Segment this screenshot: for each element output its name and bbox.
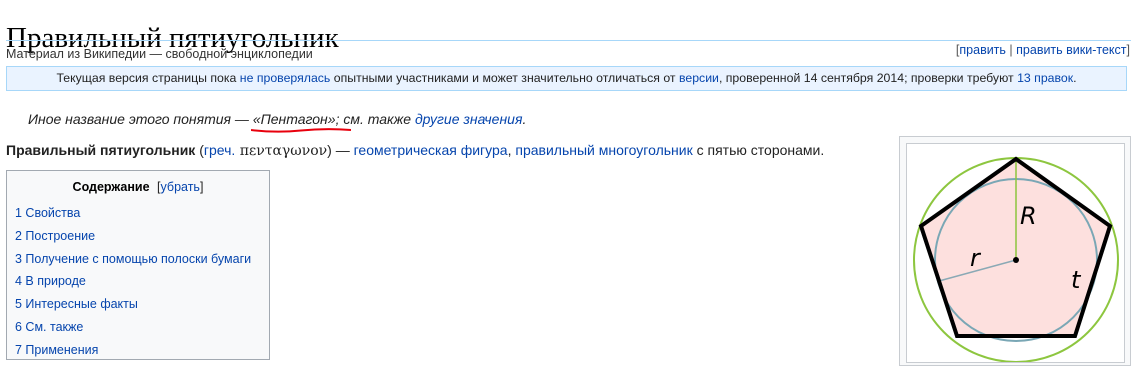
label-R: R [1020, 202, 1037, 230]
lead-text: с пятью сторонами. [692, 142, 825, 158]
toc-item-link[interactable]: 3 Получение с помощью полоски бумаги [15, 252, 251, 266]
lead-text: ) — [327, 142, 354, 158]
version-link[interactable]: версии [679, 71, 719, 85]
toc-item-link[interactable]: 6 См. также [15, 320, 83, 334]
toc-item-link[interactable]: 7 Применения [15, 343, 98, 357]
regular-polygon-link[interactable]: правильный многоугольник [515, 142, 692, 158]
greek-word: πενταγωνον [235, 143, 328, 159]
disambiguation-link[interactable]: другие значения [415, 111, 523, 127]
spellcheck-underlined-word: «Пентагон» [250, 111, 351, 133]
quoted-term: «Пентагон» [252, 111, 336, 127]
article-subject: Правильный пятиугольник [6, 142, 196, 158]
notice-text: опытными участниками и может значительно… [330, 71, 679, 85]
notice-text: . [1073, 71, 1077, 85]
toc-item: 6 См. также [15, 319, 251, 342]
toc-item: 3 Получение с помощью полоски бумаги [15, 251, 251, 274]
figure-image-frame[interactable]: R r t [906, 143, 1125, 363]
toc-item-link[interactable]: 4 В природе [15, 274, 86, 288]
hatnote-text: Иное название этого понятия — [28, 111, 253, 127]
edit-links: [править | править вики-текст] [956, 43, 1130, 57]
toc-item: 7 Применения [15, 342, 251, 365]
notice-text: Текущая версия страницы пока [56, 71, 240, 85]
bracket-close: ] [199, 180, 204, 194]
spellcheck-underline [250, 128, 351, 133]
toc-item: 4 В природе [15, 273, 251, 296]
flagged-revision-notice: Текущая версия страницы пока не проверял… [6, 66, 1127, 91]
toc-toggle: [убрать] [157, 180, 203, 194]
toc-item: 2 Построение [15, 228, 251, 251]
table-of-contents: Содержание [убрать] 1 Свойства 2 Построе… [6, 170, 270, 360]
bracket-close: ] [1126, 43, 1130, 57]
pentagon-diagram: R r t [913, 156, 1119, 363]
toc-item: 5 Интересные факты [15, 296, 251, 319]
toc-header: Содержание [убрать] [7, 180, 269, 194]
pending-edits-link[interactable]: 13 правок [1017, 71, 1073, 85]
toc-item-link[interactable]: 5 Интересные факты [15, 297, 138, 311]
edit-source-link[interactable]: править вики-текст [1016, 43, 1126, 57]
separator: | [1005, 43, 1017, 57]
toc-list: 1 Свойства 2 Построение 3 Получение с по… [15, 205, 251, 365]
hatnote-text: ; см. также [335, 111, 415, 127]
toc-item-link[interactable]: 2 Построение [15, 229, 95, 243]
unchecked-link[interactable]: не проверялась [240, 71, 331, 85]
greek-language-link[interactable]: греч. [204, 142, 235, 158]
center-point [1013, 257, 1019, 263]
lead-text: ( [195, 142, 204, 158]
title-divider [6, 40, 1131, 41]
toc-item: 1 Свойства [15, 205, 251, 228]
geometric-figure-link[interactable]: геометрическая фигура [354, 142, 508, 158]
site-tagline: Материал из Википедии — свободной энцикл… [6, 47, 313, 61]
lead-paragraph: Правильный пятиугольник (греч. πενταγωνο… [6, 142, 824, 159]
figure-thumbnail: R r t [899, 136, 1131, 366]
notice-text: , проверенной 14 сентября 2014; проверки… [718, 71, 1018, 85]
hatnote: Иное название этого понятия — «Пентагон»… [28, 111, 527, 133]
toc-item-link[interactable]: 1 Свойства [15, 206, 80, 220]
label-t: t [1071, 266, 1082, 294]
toc-hide-link[interactable]: убрать [161, 180, 200, 194]
hatnote-text: . [522, 111, 527, 127]
toc-title: Содержание [72, 180, 150, 194]
edit-link[interactable]: править [959, 43, 1006, 57]
